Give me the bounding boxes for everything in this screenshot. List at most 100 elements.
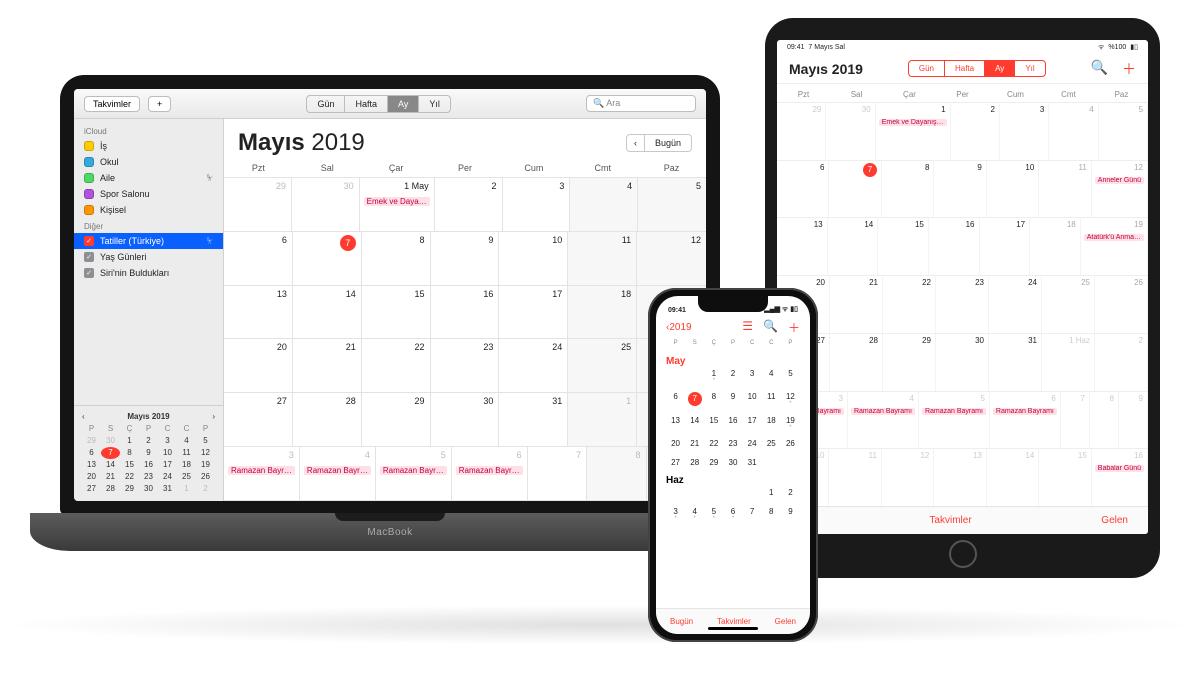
day-cell[interactable]: 5 (1099, 102, 1148, 160)
day-cell[interactable]: 10 (743, 392, 762, 406)
ipad-seg-week[interactable]: Hafta (945, 61, 985, 76)
day-cell[interactable]: 3Ramazan Bayr… (224, 447, 300, 501)
iphone-calendars-link[interactable]: Takvimler (717, 617, 751, 626)
day-cell[interactable]: 5 (781, 369, 800, 382)
day-cell[interactable] (685, 488, 704, 497)
today-button[interactable]: Bugün (645, 134, 692, 152)
day-cell[interactable]: 1 (568, 393, 637, 447)
view-segmented[interactable]: Gün Hafta Ay Yıl (306, 95, 450, 113)
day-cell[interactable]: 9 (781, 507, 800, 520)
day-cell[interactable]: 9 (723, 392, 742, 406)
day-cell[interactable]: 15 (1039, 448, 1091, 506)
day-cell[interactable]: 1 Haz (1042, 333, 1095, 391)
day-cell[interactable]: 26 (1095, 275, 1148, 333)
day-cell[interactable]: 4Ramazan Bayramı (848, 391, 919, 449)
ipad-month-grid[interactable]: 29301Emek ve Dayanış…23456789101112Annel… (777, 102, 1148, 506)
seg-day[interactable]: Gün (307, 96, 345, 112)
day-cell[interactable]: 17 (980, 217, 1031, 275)
day-cell[interactable]: 5Ramazan Bayr… (376, 447, 452, 501)
day-cell[interactable]: 23 (936, 275, 989, 333)
list-icon[interactable]: ☰ (742, 319, 753, 336)
day-cell[interactable]: 3 (1000, 102, 1049, 160)
day-cell[interactable]: 6Ramazan Bayramı (990, 391, 1061, 449)
day-cell[interactable]: 29 (777, 102, 826, 160)
day-cell[interactable]: 6 (666, 392, 685, 406)
day-cell[interactable]: 27 (224, 393, 293, 447)
day-cell[interactable]: 9 (934, 160, 986, 218)
day-cell[interactable]: 2 (723, 369, 742, 382)
ipad-home-button[interactable] (949, 540, 977, 568)
day-cell[interactable]: 15 (878, 217, 929, 275)
day-cell[interactable]: 4 (762, 369, 781, 382)
day-cell[interactable]: 21 (830, 275, 883, 333)
day-cell[interactable]: 30 (292, 178, 360, 232)
day-cell[interactable]: 9 (1119, 391, 1148, 449)
day-cell[interactable]: 18 (1030, 217, 1081, 275)
day-cell[interactable]: 16 (929, 217, 980, 275)
iphone-today-link[interactable]: Bugün (670, 617, 693, 626)
day-cell[interactable]: 15 (704, 416, 723, 429)
day-cell[interactable]: 24 (499, 339, 568, 393)
day-cell[interactable]: 19Atatürk'ü Anma… (1081, 217, 1148, 275)
back-button[interactable]: ‹2019 (666, 322, 692, 333)
day-cell[interactable]: 9 (431, 232, 500, 286)
event-chip[interactable]: Ramazan Bayramı (993, 408, 1057, 415)
day-cell[interactable]: 28 (830, 333, 883, 391)
event-chip[interactable]: Ramazan Bayr… (304, 466, 371, 475)
mini-next-icon[interactable]: › (212, 412, 215, 421)
day-cell[interactable]: 24 (989, 275, 1042, 333)
day-cell[interactable]: 23 (431, 339, 500, 393)
day-cell[interactable]: 30 (826, 102, 875, 160)
day-cell[interactable]: 19 (781, 416, 800, 429)
day-cell[interactable]: 1 MayEmek ve Daya… (360, 178, 435, 232)
event-chip[interactable]: Emek ve Daya… (364, 197, 430, 206)
day-cell[interactable]: 28 (685, 458, 704, 467)
mini-prev-icon[interactable]: ‹ (82, 412, 85, 421)
search-icon[interactable]: 🔍 (1091, 59, 1108, 79)
search-input[interactable]: 🔍 Ara (586, 95, 696, 112)
day-cell[interactable]: 7 (293, 232, 362, 286)
day-cell[interactable]: 7 (1061, 391, 1090, 449)
day-cell[interactable]: 16 (723, 416, 742, 429)
day-cell[interactable]: 4 (570, 178, 638, 232)
day-cell[interactable]: 12Anneler Günü (1092, 160, 1148, 218)
day-cell[interactable]: 27 (666, 458, 685, 467)
sidebar-calendar[interactable]: ✓Siri'nin Buldukları (74, 265, 223, 281)
event-chip[interactable]: Anneler Günü (1095, 177, 1144, 184)
day-cell[interactable]: 5 (638, 178, 706, 232)
day-cell[interactable]: 12 (637, 232, 706, 286)
day-cell[interactable]: 25 (568, 339, 637, 393)
day-cell[interactable]: 6Ramazan Bayr… (452, 447, 528, 501)
day-cell[interactable]: 11 (829, 448, 881, 506)
day-cell[interactable]: 4Ramazan Bayr… (300, 447, 376, 501)
prev-month-button[interactable]: ‹ (626, 134, 645, 152)
add-icon[interactable]: ＋ (788, 319, 800, 336)
checkbox-icon[interactable]: ✓ (84, 252, 94, 262)
seg-year[interactable]: Yıl (419, 96, 450, 112)
search-icon[interactable]: 🔍 (763, 319, 778, 336)
day-cell[interactable]: 29 (883, 333, 936, 391)
day-cell[interactable]: 11 (762, 392, 781, 406)
day-cell[interactable]: 6 (224, 232, 293, 286)
sidebar-calendar[interactable]: Kişisel (74, 202, 223, 218)
day-cell[interactable]: 1Emek ve Dayanış… (876, 102, 951, 160)
day-cell[interactable]: 7 (743, 507, 762, 520)
day-cell[interactable]: 17 (499, 286, 568, 340)
day-cell[interactable]: 25 (1042, 275, 1095, 333)
seg-month[interactable]: Ay (388, 96, 419, 112)
day-cell[interactable]: 6 (723, 507, 742, 520)
iphone-jun-grid[interactable]: 123456789 (666, 488, 800, 520)
event-chip[interactable]: Ramazan Bayramı (922, 408, 986, 415)
event-chip[interactable]: Babalar Günü (1095, 465, 1144, 472)
day-cell[interactable]: 16 (431, 286, 500, 340)
day-cell[interactable]: 31 (743, 458, 762, 467)
mini-calendar[interactable]: ‹ Mayıs 2019 › PSÇPCCP 29301234567891011… (74, 405, 223, 501)
day-cell[interactable] (743, 488, 762, 497)
day-cell[interactable]: 8 (1090, 391, 1119, 449)
day-cell[interactable]: 8 (362, 232, 431, 286)
day-cell[interactable]: 14 (987, 448, 1039, 506)
day-cell[interactable]: 13 (777, 217, 828, 275)
day-cell[interactable]: 20 (666, 439, 685, 448)
day-cell[interactable] (704, 488, 723, 497)
day-cell[interactable]: 8 (882, 160, 934, 218)
